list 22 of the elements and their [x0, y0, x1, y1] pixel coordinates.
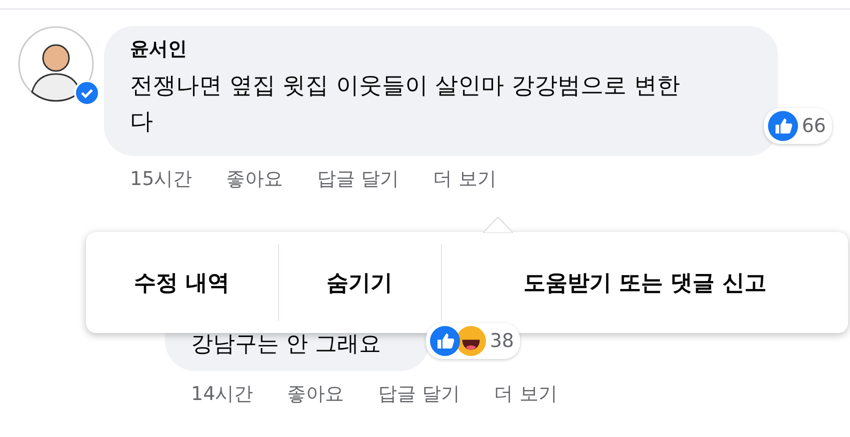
laughing-emoji-icon — [456, 326, 486, 356]
reaction-count: 38 — [490, 330, 514, 352]
reaction-badge[interactable]: 66 — [764, 108, 832, 144]
more-link[interactable]: 더 보기 — [433, 166, 496, 192]
reply-link[interactable]: 답글 달기 — [317, 166, 400, 192]
timestamp: 14시간 — [191, 382, 254, 407]
reaction-count: 66 — [802, 115, 826, 137]
timestamp: 15시간 — [130, 167, 192, 192]
menu-item[interactable]: 숨기기 — [278, 244, 441, 321]
reply-text: 강남구는 안 그래요 — [191, 331, 382, 359]
author-name[interactable]: 윤서인 — [130, 36, 752, 62]
reaction-badge[interactable]: 38 — [426, 323, 520, 359]
reply-link[interactable]: 답글 달기 — [378, 381, 460, 407]
menu-item[interactable]: 도움받기 또는 댓글 신고 — [440, 244, 848, 321]
comment-text: 전쟁나면 옆집 윗집 이웃들이 살인마 강강범으로 변한다 — [130, 72, 681, 137]
like-icon — [768, 111, 798, 141]
like-link[interactable]: 좋아요 — [287, 381, 344, 407]
like-link[interactable]: 좋아요 — [226, 166, 284, 192]
menu-item[interactable]: 수정 내역 — [86, 244, 278, 321]
like-icon — [430, 326, 460, 356]
avatar[interactable] — [18, 26, 94, 102]
more-link[interactable]: 더 보기 — [494, 381, 558, 407]
